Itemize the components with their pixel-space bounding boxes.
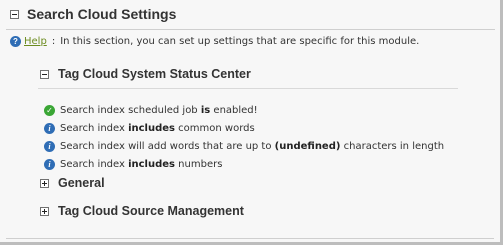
expand-icon[interactable] <box>40 206 49 216</box>
check-icon: ✓ <box>44 104 55 116</box>
status-list: ✓ Search index scheduled job is enabled!… <box>44 101 444 173</box>
collapse-icon[interactable] <box>10 9 19 19</box>
status-center-title: Tag Cloud System Status Center <box>58 67 251 81</box>
info-icon: i <box>44 140 55 152</box>
source-management-title: Tag Cloud Source Management <box>58 204 244 218</box>
status-text: Search index includes numbers <box>60 158 223 170</box>
status-text: Search index includes common words <box>60 122 255 134</box>
divider <box>6 238 494 239</box>
divider <box>38 88 458 89</box>
help-text: In this section, you can set up settings… <box>60 36 420 47</box>
settings-panel: Search Cloud Settings ? Help : In this s… <box>0 0 503 245</box>
general-title: General <box>58 176 105 190</box>
status-item: i Search index will add words that are u… <box>44 137 444 155</box>
help-row: ? Help : In this section, you can set up… <box>10 36 419 47</box>
divider <box>6 29 495 30</box>
status-item: ✓ Search index scheduled job is enabled! <box>44 101 444 119</box>
general-header[interactable]: General <box>40 176 105 190</box>
status-text: Search index will add words that are up … <box>60 140 445 152</box>
status-item: i Search index includes numbers <box>44 155 444 173</box>
source-management-header[interactable]: Tag Cloud Source Management <box>40 204 244 218</box>
info-icon: i <box>44 158 55 170</box>
section-title: Search Cloud Settings <box>27 6 177 22</box>
help-separator: : <box>51 36 56 47</box>
search-cloud-settings-header[interactable]: Search Cloud Settings <box>10 6 176 22</box>
help-link[interactable]: Help <box>24 36 47 47</box>
help-icon[interactable]: ? <box>10 36 21 47</box>
status-center-header[interactable]: Tag Cloud System Status Center <box>40 67 251 81</box>
status-item: i Search index includes common words <box>44 119 444 137</box>
collapse-icon[interactable] <box>40 69 49 79</box>
info-icon: i <box>44 122 55 134</box>
expand-icon[interactable] <box>40 178 49 188</box>
status-text: Search index scheduled job is enabled! <box>60 104 258 116</box>
